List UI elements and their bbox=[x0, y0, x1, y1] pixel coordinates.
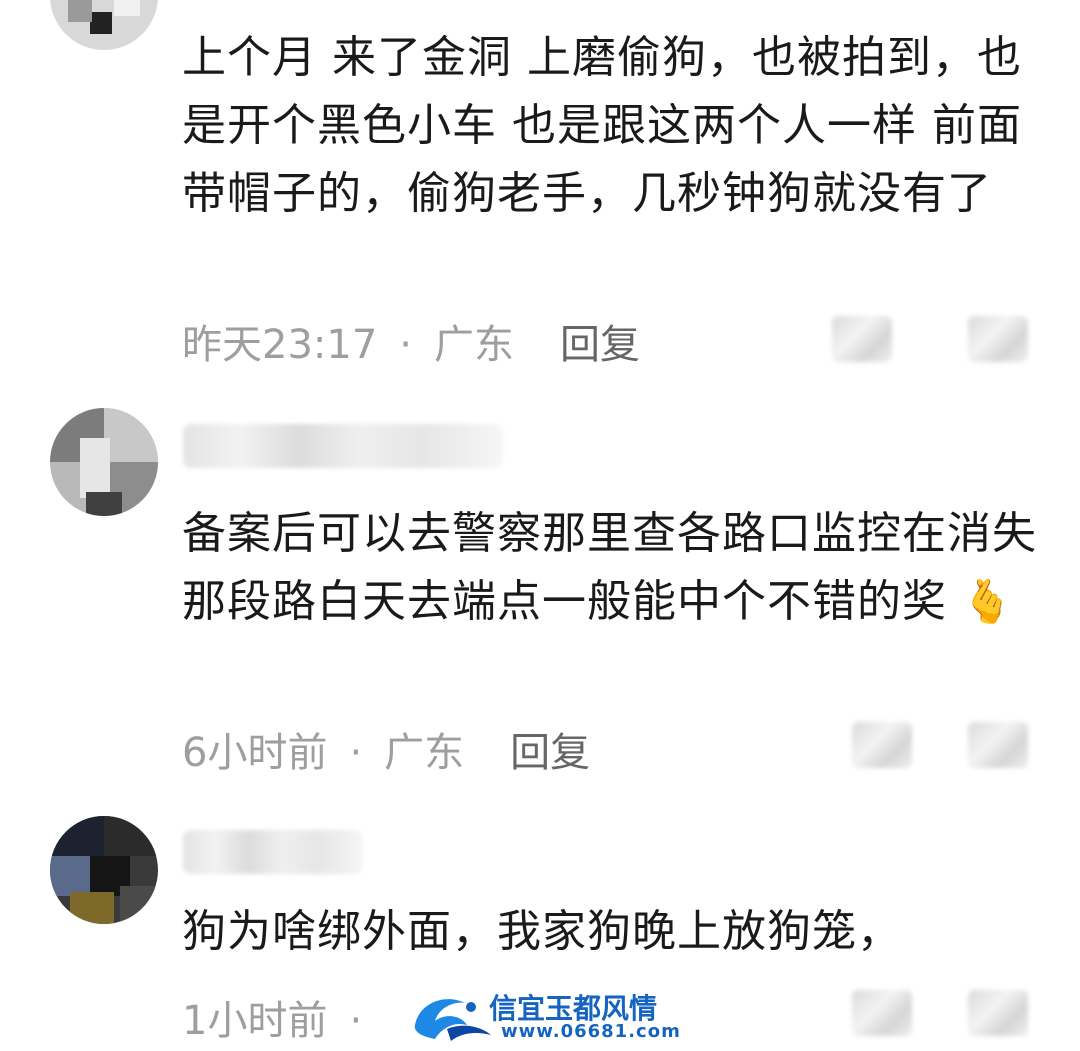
comment-time: 6小时前 bbox=[182, 730, 328, 776]
username-blurred[interactable] bbox=[183, 424, 503, 468]
meta-separator: · bbox=[349, 730, 363, 776]
comment-meta: 6小时前 · 广东 回复 bbox=[182, 720, 590, 778]
comment-meta: 昨天23:17 · 广东 回复 bbox=[182, 312, 640, 370]
comment-text: 上个月 来了金洞 上磨偷狗，也被拍到，也是开个黑色小车 也是跟这两个人一样 前面… bbox=[182, 32, 1022, 219]
reply-count-icon[interactable] bbox=[832, 316, 892, 362]
comment-location: 广东 bbox=[384, 730, 465, 776]
reply-button[interactable]: 回复 bbox=[560, 322, 640, 368]
avatar[interactable] bbox=[50, 408, 158, 516]
comment-meta: 1小时前 · bbox=[182, 988, 384, 1046]
avatar[interactable] bbox=[50, 0, 158, 50]
reply-count-icon[interactable] bbox=[852, 990, 912, 1036]
like-icon[interactable] bbox=[968, 316, 1028, 362]
reply-button[interactable]: 回复 bbox=[510, 730, 590, 776]
comment-time: 昨天23:17 bbox=[182, 322, 378, 368]
watermark: 信宜玉都风情 www.06681.com bbox=[405, 985, 695, 1047]
like-icon[interactable] bbox=[968, 722, 1028, 768]
comment-item: 备案后可以去警察那里查各路口监控在消失那段路白天去端点一般能中个不错的奖 🫰 6小… bbox=[0, 400, 1080, 800]
avatar[interactable] bbox=[50, 816, 158, 924]
comment-text: 狗为啥绑外面，我家狗晚上放狗笼， bbox=[182, 906, 902, 957]
comment-location: 广东 bbox=[434, 322, 514, 368]
comment-text-content: 备案后可以去警察那里查各路口监控在消失那段路白天去端点一般能中个不错的奖 bbox=[182, 508, 1037, 627]
meta-separator: · bbox=[399, 322, 412, 368]
username-blurred[interactable] bbox=[183, 830, 363, 874]
watermark-logo-icon bbox=[414, 999, 491, 1041]
comment-time: 1小时前 bbox=[182, 998, 328, 1044]
comment-item: 上个月 来了金洞 上磨偷狗，也被拍到，也是开个黑色小车 也是跟这两个人一样 前面… bbox=[0, 0, 1080, 400]
comment-text: 备案后可以去警察那里查各路口监控在消失那段路白天去端点一般能中个不错的奖 🫰 bbox=[182, 500, 1042, 636]
watermark-url: www.06681.com bbox=[501, 1021, 681, 1042]
like-icon[interactable] bbox=[968, 990, 1028, 1036]
meta-separator: · bbox=[349, 998, 363, 1044]
finger-heart-emoji: 🫰 bbox=[961, 577, 1015, 626]
reply-count-icon[interactable] bbox=[852, 722, 912, 768]
